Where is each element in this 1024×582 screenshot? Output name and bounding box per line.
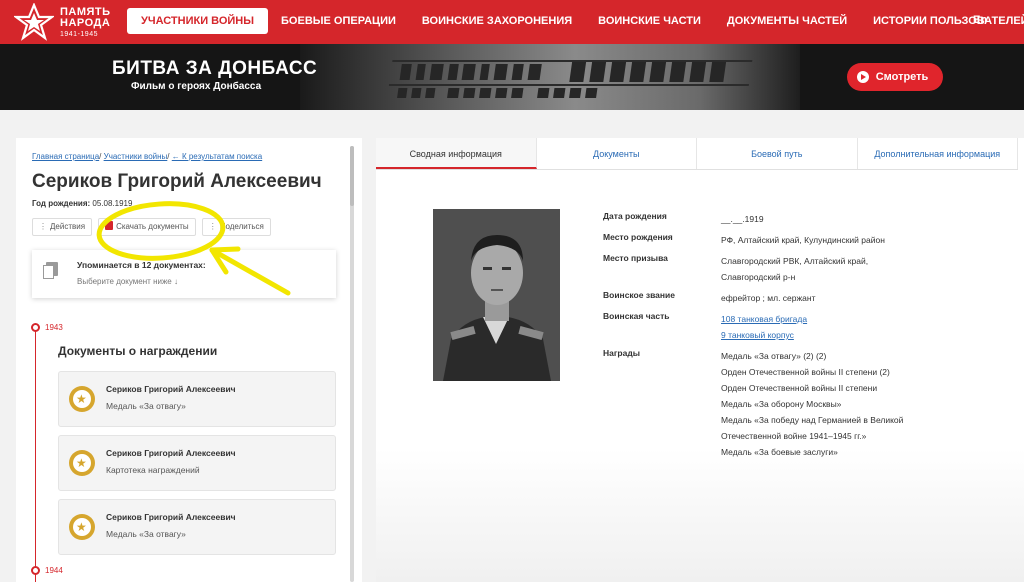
birth-place-value: РФ, Алтайский край, Кулундинский район	[721, 235, 885, 245]
breadcrumb-war-participants[interactable]: Участники войны	[104, 152, 168, 161]
document-type: Картотека награждений	[106, 465, 200, 475]
birth-year-value: 05.08.1919	[92, 199, 133, 208]
promo-banner[interactable]: БИТВА ЗА ДОНБАСС Фильм о героях Донбасса…	[0, 44, 1024, 110]
mention-title: Упоминается в 12 документах:	[77, 260, 206, 270]
medal-icon	[69, 386, 95, 412]
person-panel: Главная страница/ Участники войны/ ← К р…	[16, 138, 362, 582]
birth-date-label: Дата рождения	[603, 211, 667, 221]
action-buttons: ⋮ Действия Скачать документы ⋮ Поделиться	[32, 218, 277, 236]
timeline-dot	[31, 566, 40, 575]
top-navigation-bar: ПАМЯТЬ НАРОДА 1941-1945 УЧАСТНИКИ ВОЙНЫ …	[0, 0, 1024, 44]
document-person-name: Сериков Григорий Алексеевич	[106, 384, 236, 394]
document-type: Медаль «За отвагу»	[106, 401, 186, 411]
birth-year-label: Год рождения:	[32, 199, 91, 208]
star-logo-icon	[14, 3, 54, 41]
timeline-line	[35, 327, 36, 582]
documents-icon	[43, 262, 58, 279]
actions-button[interactable]: ⋮ Действия	[32, 218, 93, 236]
share-icon: ⋮	[208, 222, 217, 231]
nav-item-war-burials[interactable]: ВОИНСКИЕ ЗАХОРОНЕНИЯ	[409, 8, 585, 34]
breadcrumb: Главная страница/ Участники войны/ ← К р…	[32, 152, 262, 161]
award-item: Медаль «За победу над Германией в Велико…	[721, 415, 904, 441]
medal-icon	[69, 514, 95, 540]
birth-place-label: Место рождения	[603, 232, 673, 242]
watch-button-label: Смотреть	[875, 71, 929, 83]
birth-date-value: __.__.1919	[721, 214, 764, 224]
actions-label: Действия	[50, 222, 86, 231]
awards-values: Медаль «За отвагу» (2) (2) Орден Отечест…	[721, 348, 939, 460]
tab-combat-path[interactable]: Боевой путь	[697, 138, 858, 169]
timeline-dot	[31, 323, 40, 332]
banner-subtitle: Фильм о героях Донбасса	[131, 81, 262, 92]
unit-label: Воинская часть	[603, 311, 670, 321]
award-item: Орден Отечественной войны II степени (2)	[721, 367, 890, 377]
document-card[interactable]: Сериков Григорий Алексеевич Медаль «За о…	[58, 499, 336, 555]
left-panel-scrollbar[interactable]	[350, 146, 354, 582]
details-panel: Сводная информация Документы Боевой путь…	[376, 138, 1024, 582]
person-photo[interactable]	[433, 209, 560, 381]
draft-place-label: Место призыва	[603, 253, 668, 263]
logo-line-2: НАРОДА	[60, 17, 111, 29]
timeline-year-1944: 1944	[45, 566, 63, 575]
site-logo[interactable]: ПАМЯТЬ НАРОДА 1941-1945	[14, 3, 124, 41]
banner-title: БИТВА ЗА ДОНБАСС	[112, 58, 318, 79]
nav-item-user-stories[interactable]: ИСТОРИИ ПОЛЬЗОВАТЕЛЕЙ	[860, 8, 1024, 34]
nav-item-war-participants[interactable]: УЧАСТНИКИ ВОЙНЫ	[127, 8, 269, 34]
nav-item-unit-documents[interactable]: ДОКУМЕНТЫ ЧАСТЕЙ	[714, 8, 860, 34]
rank-label: Воинское звание	[603, 290, 675, 300]
download-documents-label: Скачать документы	[116, 222, 189, 231]
unit-values: 108 танковая бригада 9 танковый корпус	[721, 311, 951, 343]
mention-card: Упоминается в 12 документах: Выберите до…	[32, 250, 336, 298]
unit-link-9-tank-corps[interactable]: 9 танковый корпус	[721, 327, 951, 343]
details-tabs: Сводная информация Документы Боевой путь…	[376, 138, 1018, 170]
person-name: Сериков Григорий Алексеевич	[32, 171, 322, 192]
award-item: Медаль «За оборону Москвы»	[721, 399, 842, 409]
draft-place-value: Славгородский РВК, Алтайский край, Славг…	[721, 256, 869, 282]
scrollbar-thumb[interactable]	[350, 146, 354, 206]
medal-icon	[69, 450, 95, 476]
watch-button[interactable]: Смотреть	[847, 63, 943, 91]
nav-item-combat-operations[interactable]: БОЕВЫЕ ОПЕРАЦИИ	[268, 8, 409, 34]
language-switch[interactable]: En	[973, 14, 987, 26]
play-icon	[857, 71, 869, 83]
tab-additional-info[interactable]: Дополнительная информация	[857, 138, 1018, 169]
award-item: Медаль «За отвагу» (2) (2)	[721, 351, 827, 361]
document-person-name: Сериков Григорий Алексеевич	[106, 448, 236, 458]
awards-documents-title: Документы о награждении	[58, 344, 218, 358]
timeline-year-1943: 1943	[45, 323, 63, 332]
share-label: Поделиться	[219, 222, 264, 231]
document-card[interactable]: Сериков Григорий Алексеевич Картотека на…	[58, 435, 336, 491]
document-type: Медаль «За отвагу»	[106, 529, 186, 539]
logo-years: 1941-1945	[60, 31, 98, 38]
nav-item-military-units[interactable]: ВОИНСКИЕ ЧАСТИ	[585, 8, 714, 34]
tab-documents[interactable]: Документы	[536, 138, 697, 169]
unit-link-108-tank-brigade[interactable]: 108 танковая бригада	[721, 311, 951, 327]
tab-summary[interactable]: Сводная информация	[376, 138, 537, 169]
document-person-name: Сериков Григорий Алексеевич	[106, 512, 236, 522]
birth-year-line: Год рождения: 05.08.1919	[32, 199, 132, 208]
portrait-image	[433, 209, 560, 381]
more-vertical-icon: ⋮	[39, 222, 47, 231]
awards-label: Награды	[603, 348, 640, 358]
banner-engraving-image	[388, 60, 753, 98]
breadcrumb-home[interactable]: Главная страница	[32, 152, 99, 161]
main-nav: УЧАСТНИКИ ВОЙНЫ БОЕВЫЕ ОПЕРАЦИИ ВОИНСКИЕ…	[127, 8, 1024, 34]
rank-value: ефрейтор ; мл. сержант	[721, 293, 816, 303]
pdf-icon	[105, 221, 114, 230]
breadcrumb-back-to-results[interactable]: ← К результатам поиска	[172, 152, 262, 161]
share-button[interactable]: ⋮ Поделиться	[201, 218, 271, 236]
award-item: Медаль «За боевые заслуги»	[721, 447, 838, 457]
award-item: Орден Отечественной войны II степени	[721, 383, 878, 393]
document-card[interactable]: Сериков Григорий Алексеевич Медаль «За о…	[58, 371, 336, 427]
download-documents-button[interactable]: Скачать документы	[98, 218, 196, 236]
mention-hint: Выберите документ ниже ↓	[77, 277, 178, 286]
